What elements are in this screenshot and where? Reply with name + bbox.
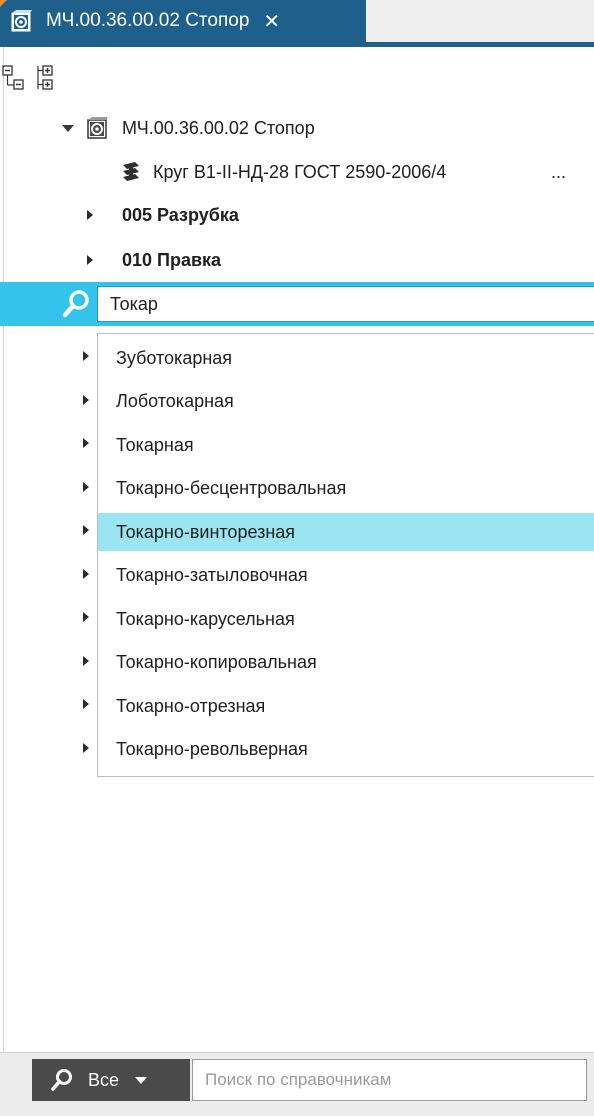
expand-arrow-icon[interactable] — [83, 568, 89, 579]
tree-operation-row[interactable]: 005 Разрубка — [0, 195, 594, 235]
tree-material-row[interactable]: Круг В1-II-НД-28 ГОСТ 2590-2006/4 ... — [0, 152, 594, 192]
expand-arrow-icon[interactable] — [83, 394, 89, 405]
document-tab[interactable]: МЧ.00.36.00.02 Стопор ✕ — [0, 0, 366, 42]
expand-arrow-icon[interactable] — [83, 438, 89, 448]
search-icon[interactable] — [60, 288, 92, 320]
expand-arrow-icon[interactable] — [87, 255, 93, 265]
operation-label: 010 Правка — [122, 249, 222, 270]
dropdown-item-label: Лоботокарная — [116, 391, 234, 411]
reference-search-input[interactable] — [192, 1059, 587, 1101]
expand-arrow-icon[interactable] — [83, 699, 89, 709]
operation-search-input[interactable] — [97, 286, 594, 322]
chevron-down-icon — [135, 1076, 148, 1084]
filter-dropdown-button[interactable]: Все — [32, 1059, 190, 1101]
search-icon — [50, 1068, 74, 1092]
close-icon[interactable]: ✕ — [263, 9, 280, 34]
expand-arrow-icon[interactable] — [83, 655, 89, 666]
expand-tree-icon[interactable] — [34, 64, 60, 92]
tree-material-label: Круг В1-II-НД-28 ГОСТ 2590-2006/4 — [153, 161, 447, 182]
filter-label: Все — [88, 1069, 120, 1090]
dropdown-item[interactable]: Токарная — [98, 426, 594, 464]
material-icon — [120, 161, 142, 183]
expand-arrow-icon[interactable] — [83, 525, 89, 535]
expand-arrow-icon[interactable] — [83, 742, 89, 753]
collapse-arrow-icon[interactable] — [62, 125, 74, 132]
operation-label: 005 Разрубка — [122, 204, 239, 225]
dropdown-item[interactable]: Токарно-карусельная — [98, 600, 594, 638]
tree-root-row[interactable]: МЧ.00.36.00.02 Стопор — [0, 108, 594, 148]
dropdown-item-label: Токарно-револьверная — [116, 739, 308, 759]
dropdown-item-label: Токарно-карусельная — [116, 608, 295, 629]
dropdown-item-label: Зуботокарная — [116, 347, 233, 368]
dropdown-item[interactable]: Токарно-отрезная — [98, 687, 594, 725]
dropdown-item-label: Токарно-затыловочная — [116, 565, 308, 585]
expand-arrow-icon[interactable] — [87, 210, 93, 220]
dropdown-item[interactable]: Токарно-револьверная — [98, 731, 594, 769]
dropdown-item[interactable]: Токарно-копировальная — [98, 644, 594, 682]
part-document-icon — [10, 9, 34, 33]
dropdown-item[interactable]: Токарно-затыловочная — [98, 557, 594, 595]
tab-modified-marker — [0, 0, 7, 7]
tree-root-label: МЧ.00.36.00.02 Стопор — [122, 117, 315, 138]
autocomplete-dropdown: Зуботокарная Лоботокарная Токарная Токарно-… — [97, 333, 594, 777]
dropdown-item[interactable]: Токарно-винторезная — [98, 513, 594, 551]
dropdown-item-label: Токарная — [116, 434, 194, 455]
expand-arrow-icon[interactable] — [83, 351, 89, 361]
dropdown-item-label: Токарно-винторезная — [116, 521, 296, 542]
tree-material-ellipsis: ... — [551, 161, 567, 182]
tree-operation-row[interactable]: 010 Правка — [0, 240, 594, 280]
dropdown-item-label: Токарно-отрезная — [116, 695, 266, 716]
dropdown-item-label: Токарно-копировальная — [116, 652, 317, 672]
expand-arrow-icon[interactable] — [83, 612, 89, 622]
expand-arrow-icon[interactable] — [83, 481, 89, 492]
tab-bar: МЧ.00.36.00.02 Стопор ✕ — [0, 0, 594, 47]
dropdown-item[interactable]: Токарно-бесцентровальная — [98, 470, 594, 508]
dropdown-item-label: Токарно-бесцентровальная — [116, 478, 347, 498]
dropdown-item[interactable]: Лоботокарная — [98, 383, 594, 421]
dropdown-item[interactable]: Зуботокарная — [98, 339, 594, 377]
part-document-icon — [86, 116, 110, 140]
tab-title: МЧ.00.36.00.02 Стопор — [46, 10, 250, 31]
collapse-tree-icon[interactable] — [2, 64, 28, 92]
tree-toolbar — [0, 60, 594, 96]
